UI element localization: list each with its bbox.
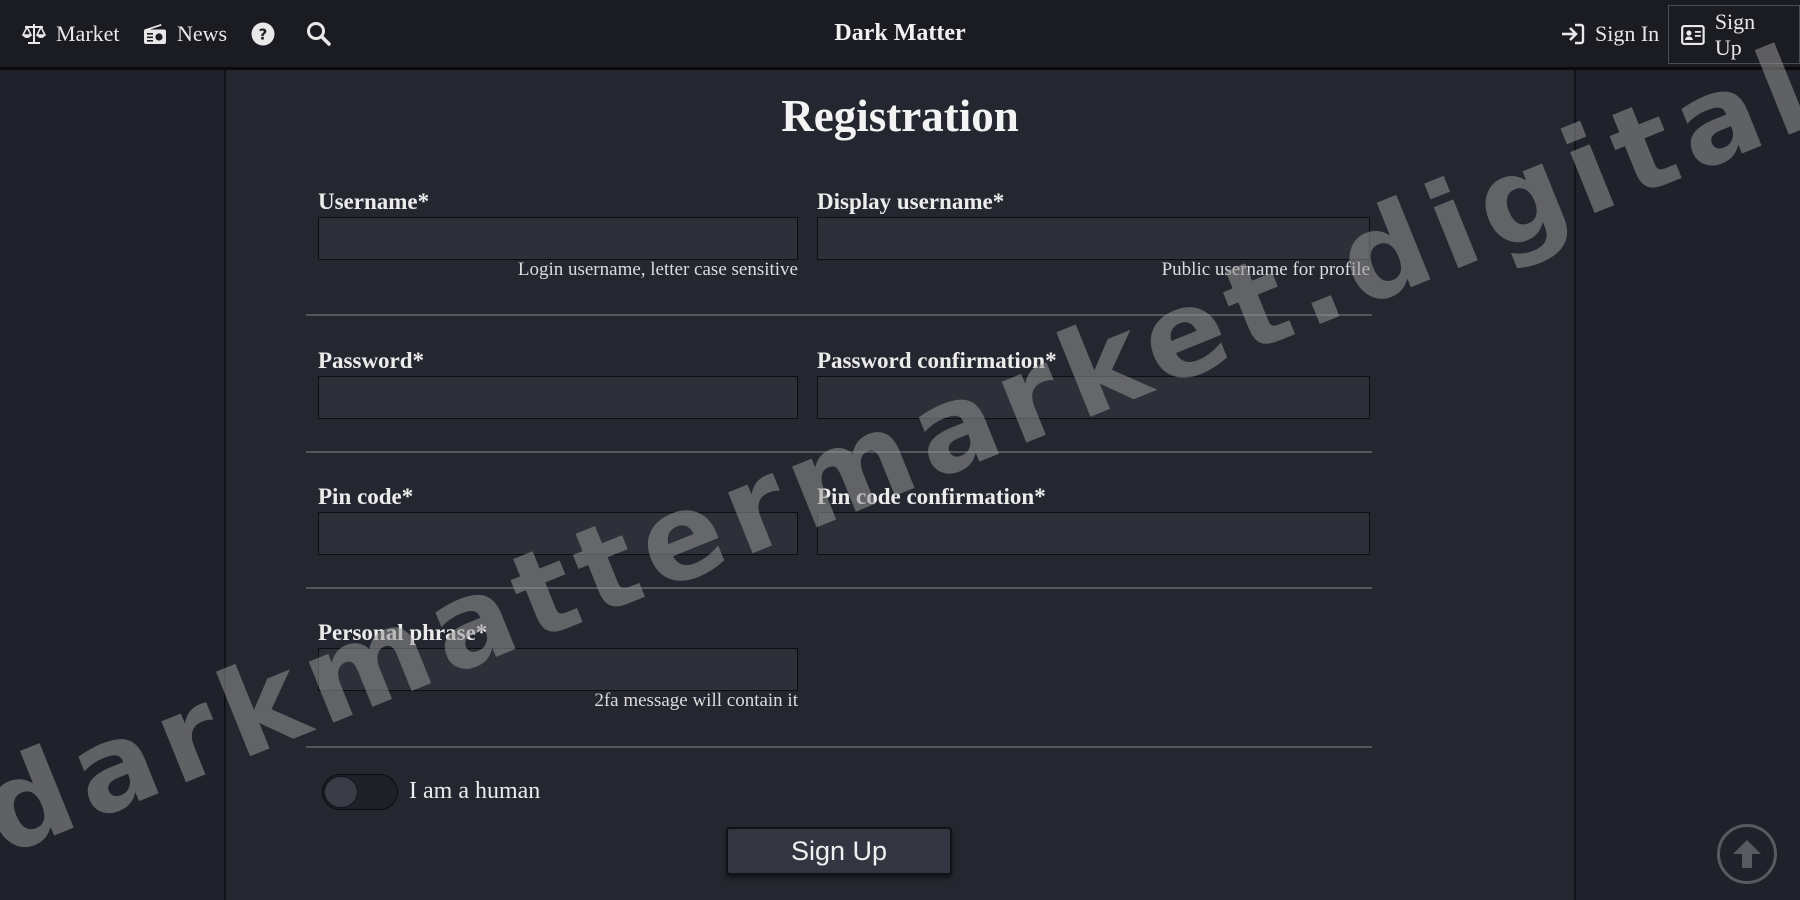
password-confirmation-input[interactable] — [817, 376, 1370, 419]
pin-code-confirmation-input[interactable] — [817, 512, 1370, 555]
top-navbar: Market News ? Dark Matter Sign In Sign U… — [0, 0, 1800, 70]
section-divider — [306, 746, 1372, 748]
nav-help[interactable]: ? — [251, 0, 275, 67]
brand-label[interactable]: Dark Matter — [834, 20, 965, 47]
personal-phrase-help: 2fa message will contain it — [594, 690, 798, 711]
password-label: Password* — [318, 348, 425, 373]
pin-code-input[interactable] — [318, 512, 798, 555]
nav-search[interactable] — [306, 0, 331, 67]
sign-in-icon — [1562, 23, 1585, 44]
username-input[interactable] — [318, 217, 798, 260]
nav-news-label: News — [177, 20, 228, 46]
personal-phrase-label: Personal phrase* — [318, 620, 488, 645]
page-title: Registration — [781, 91, 1019, 141]
nav-news[interactable]: News — [143, 0, 227, 67]
nav-market[interactable]: Market — [22, 0, 120, 67]
registration-panel: Registration Username* Login username, l… — [224, 70, 1576, 900]
personal-phrase-input[interactable] — [318, 648, 798, 691]
username-label: Username* — [318, 189, 430, 214]
svg-text:?: ? — [259, 25, 268, 43]
search-icon — [307, 22, 331, 46]
username-help: Login username, letter case sensitive — [517, 259, 798, 280]
nav-market-label: Market — [56, 20, 120, 46]
pin-code-label: Pin code* — [318, 484, 414, 509]
section-divider — [306, 314, 1372, 316]
id-card-icon — [1681, 24, 1705, 45]
display-username-help: Public username for profile — [1161, 259, 1370, 280]
sign-up-button[interactable]: Sign Up — [726, 827, 952, 875]
nav-sign-in[interactable]: Sign In — [1561, 0, 1659, 67]
section-divider — [306, 587, 1372, 589]
password-input[interactable] — [318, 376, 798, 419]
balance-scale-icon — [22, 23, 46, 44]
scroll-top-button[interactable] — [1717, 824, 1777, 884]
nav-sign-in-label: Sign In — [1595, 20, 1660, 46]
human-toggle[interactable] — [322, 774, 398, 810]
radio-icon — [144, 23, 166, 44]
question-circle-icon: ? — [251, 22, 275, 45]
display-username-label: Display username* — [817, 189, 1005, 214]
nav-sign-up[interactable]: Sign Up — [1668, 5, 1800, 64]
display-username-input[interactable] — [817, 217, 1370, 260]
toggle-knob — [324, 776, 358, 808]
password-confirmation-label: Password confirmation* — [817, 348, 1057, 373]
arrow-up-circle-icon — [1733, 840, 1761, 868]
human-toggle-label: I am a human — [409, 778, 541, 804]
section-divider — [306, 451, 1372, 453]
nav-sign-up-label: Sign Up — [1714, 8, 1756, 60]
pin-code-confirmation-label: Pin code confirmation* — [817, 484, 1046, 509]
